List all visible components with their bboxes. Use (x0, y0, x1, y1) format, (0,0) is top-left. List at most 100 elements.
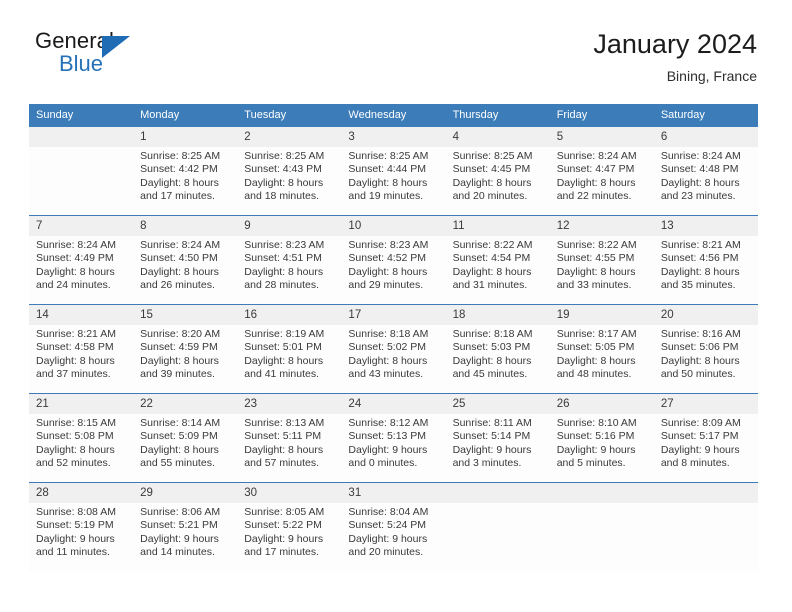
weekday-header-tuesday: Tuesday (244, 109, 287, 121)
day-cell[interactable]: Sunrise: 8:18 AM Sunset: 5:03 PM Daylight:… (446, 325, 550, 393)
sunset-line: Sunset: 5:17 PM (660, 430, 739, 443)
day-number[interactable]: 3 (341, 127, 445, 147)
general-blue-logo[interactable]: General Blue (35, 28, 165, 86)
day-cell[interactable]: Sunrise: 8:23 AM Sunset: 4:52 PM Daylight:… (341, 236, 445, 304)
day-number[interactable]: 15 (133, 305, 237, 325)
day-number[interactable]: 10 (341, 216, 445, 236)
daylight-line-2: and 39 minutes. (140, 368, 215, 381)
day-cell[interactable]: Sunrise: 8:25 AM Sunset: 4:45 PM Daylight:… (446, 147, 550, 215)
day-number[interactable]: 7 (29, 216, 133, 236)
triangle-icon (102, 36, 130, 58)
daylight-line-2: and 18 minutes. (244, 190, 319, 203)
day-number[interactable]: 12 (550, 216, 654, 236)
day-info-row: Sunrise: 8:24 AM Sunset: 4:49 PM Daylight:… (29, 236, 758, 304)
sunrise-line: Sunrise: 8:12 AM (348, 417, 429, 429)
day-number[interactable]: 2 (237, 127, 341, 147)
day-number[interactable]: 14 (29, 305, 133, 325)
daylight-line-1: Daylight: 8 hours (556, 176, 636, 189)
sunset-line: Sunset: 4:42 PM (140, 163, 218, 176)
sunset-line: Sunset: 4:59 PM (140, 341, 218, 354)
sunrise-line: Sunrise: 8:24 AM (556, 150, 637, 162)
sunrise-line: Sunrise: 8:22 AM (556, 239, 637, 251)
sunset-line: Sunset: 5:03 PM (452, 341, 531, 354)
day-number[interactable]: 23 (237, 394, 341, 414)
day-number[interactable]: 4 (446, 127, 550, 147)
day-cell[interactable]: Sunrise: 8:13 AM Sunset: 5:11 PM Daylight:… (237, 414, 341, 482)
day-cell[interactable]: Sunrise: 8:24 AM Sunset: 4:50 PM Daylight:… (133, 236, 237, 304)
day-number-empty (654, 483, 758, 503)
day-cell[interactable]: Sunrise: 8:06 AM Sunset: 5:21 PM Daylight:… (133, 503, 237, 571)
day-cell[interactable]: Sunrise: 8:25 AM Sunset: 4:43 PM Daylight:… (237, 147, 341, 215)
sunrise-line: Sunrise: 8:25 AM (140, 150, 221, 162)
day-cell[interactable]: Sunrise: 8:09 AM Sunset: 5:17 PM Daylight:… (654, 414, 758, 482)
day-number[interactable]: 29 (133, 483, 237, 503)
day-cell[interactable]: Sunrise: 8:25 AM Sunset: 4:44 PM Daylight:… (341, 147, 445, 215)
sunset-line: Sunset: 4:51 PM (244, 252, 322, 265)
day-number[interactable]: 30 (237, 483, 341, 503)
day-cell[interactable]: Sunrise: 8:18 AM Sunset: 5:02 PM Daylight:… (341, 325, 445, 393)
day-cell[interactable]: Sunrise: 8:08 AM Sunset: 5:19 PM Daylight:… (29, 503, 133, 571)
day-number[interactable]: 27 (654, 394, 758, 414)
day-cell[interactable]: Sunrise: 8:21 AM Sunset: 4:56 PM Daylight:… (654, 236, 758, 304)
day-cell[interactable]: Sunrise: 8:22 AM Sunset: 4:54 PM Daylight:… (446, 236, 550, 304)
day-cell[interactable]: Sunrise: 8:15 AM Sunset: 5:08 PM Daylight:… (29, 414, 133, 482)
day-number[interactable]: 9 (237, 216, 341, 236)
day-cell[interactable]: Sunrise: 8:24 AM Sunset: 4:47 PM Daylight:… (550, 147, 654, 215)
sunset-line: Sunset: 5:22 PM (244, 519, 322, 532)
day-number[interactable]: 17 (341, 305, 445, 325)
daylight-line-1: Daylight: 9 hours (452, 443, 532, 456)
day-number[interactable]: 13 (654, 216, 758, 236)
day-number[interactable]: 21 (29, 394, 133, 414)
sunset-line: Sunset: 4:56 PM (660, 252, 739, 265)
day-number[interactable]: 31 (341, 483, 445, 503)
sunrise-line: Sunrise: 8:14 AM (140, 417, 221, 429)
daylight-line-2: and 52 minutes. (36, 457, 111, 470)
day-number[interactable]: 28 (29, 483, 133, 503)
day-number[interactable]: 5 (550, 127, 654, 147)
day-cell[interactable]: Sunrise: 8:16 AM Sunset: 5:06 PM Daylight:… (654, 325, 758, 393)
day-number-empty (446, 483, 550, 503)
day-cell[interactable]: Sunrise: 8:22 AM Sunset: 4:55 PM Daylight:… (550, 236, 654, 304)
sunset-line: Sunset: 5:13 PM (348, 430, 427, 443)
day-number[interactable]: 22 (133, 394, 237, 414)
day-number[interactable]: 19 (550, 305, 654, 325)
calendar-table: Sunday Monday Tuesday Wednesday Thursday Frid… (29, 104, 758, 571)
day-cell[interactable]: Sunrise: 8:17 AM Sunset: 5:05 PM Daylight:… (550, 325, 654, 393)
daylight-line-2: and 41 minutes. (244, 368, 319, 381)
day-cell[interactable]: Sunrise: 8:11 AM Sunset: 5:14 PM Daylight:… (446, 414, 550, 482)
daylight-line-1: Daylight: 8 hours (36, 265, 115, 278)
day-cell[interactable]: Sunrise: 8:12 AM Sunset: 5:13 PM Daylight:… (341, 414, 445, 482)
day-number[interactable]: 25 (446, 394, 550, 414)
daylight-line-1: Daylight: 8 hours (140, 265, 219, 278)
day-cell[interactable]: Sunrise: 8:19 AM Sunset: 5:01 PM Daylight:… (237, 325, 341, 393)
day-cell[interactable]: Sunrise: 8:24 AM Sunset: 4:48 PM Daylight:… (654, 147, 758, 215)
daylight-line-1: Daylight: 8 hours (452, 265, 532, 278)
day-number[interactable]: 16 (237, 305, 341, 325)
day-number-row: 28 29 30 31 (29, 483, 758, 503)
daylight-line-1: Daylight: 9 hours (36, 532, 115, 545)
day-number[interactable]: 18 (446, 305, 550, 325)
day-cell[interactable]: Sunrise: 8:04 AM Sunset: 5:24 PM Daylight:… (341, 503, 445, 571)
day-number[interactable]: 20 (654, 305, 758, 325)
daylight-line-1: Daylight: 8 hours (660, 176, 740, 189)
day-cell[interactable]: Sunrise: 8:20 AM Sunset: 4:59 PM Daylight:… (133, 325, 237, 393)
day-number[interactable]: 1 (133, 127, 237, 147)
day-cell[interactable]: Sunrise: 8:23 AM Sunset: 4:51 PM Daylight:… (237, 236, 341, 304)
sunset-line: Sunset: 4:45 PM (452, 163, 531, 176)
day-number-row: 21 22 23 24 25 26 27 (29, 394, 758, 414)
day-cell[interactable]: Sunrise: 8:14 AM Sunset: 5:09 PM Daylight:… (133, 414, 237, 482)
daylight-line-2: and 37 minutes. (36, 368, 111, 381)
sunrise-line: Sunrise: 8:10 AM (556, 417, 637, 429)
day-cell[interactable]: Sunrise: 8:24 AM Sunset: 4:49 PM Daylight:… (29, 236, 133, 304)
day-cell[interactable]: Sunrise: 8:05 AM Sunset: 5:22 PM Daylight:… (237, 503, 341, 571)
day-number[interactable]: 24 (341, 394, 445, 414)
day-number[interactable]: 6 (654, 127, 758, 147)
day-cell[interactable]: Sunrise: 8:21 AM Sunset: 4:58 PM Daylight:… (29, 325, 133, 393)
day-cell[interactable]: Sunrise: 8:10 AM Sunset: 5:16 PM Daylight:… (550, 414, 654, 482)
day-number[interactable]: 26 (550, 394, 654, 414)
day-number-row: 7 8 9 10 11 12 13 (29, 216, 758, 236)
day-number[interactable]: 8 (133, 216, 237, 236)
day-cell[interactable]: Sunrise: 8:25 AM Sunset: 4:42 PM Daylight:… (133, 147, 237, 215)
day-number[interactable]: 11 (446, 216, 550, 236)
day-number-empty (550, 483, 654, 503)
